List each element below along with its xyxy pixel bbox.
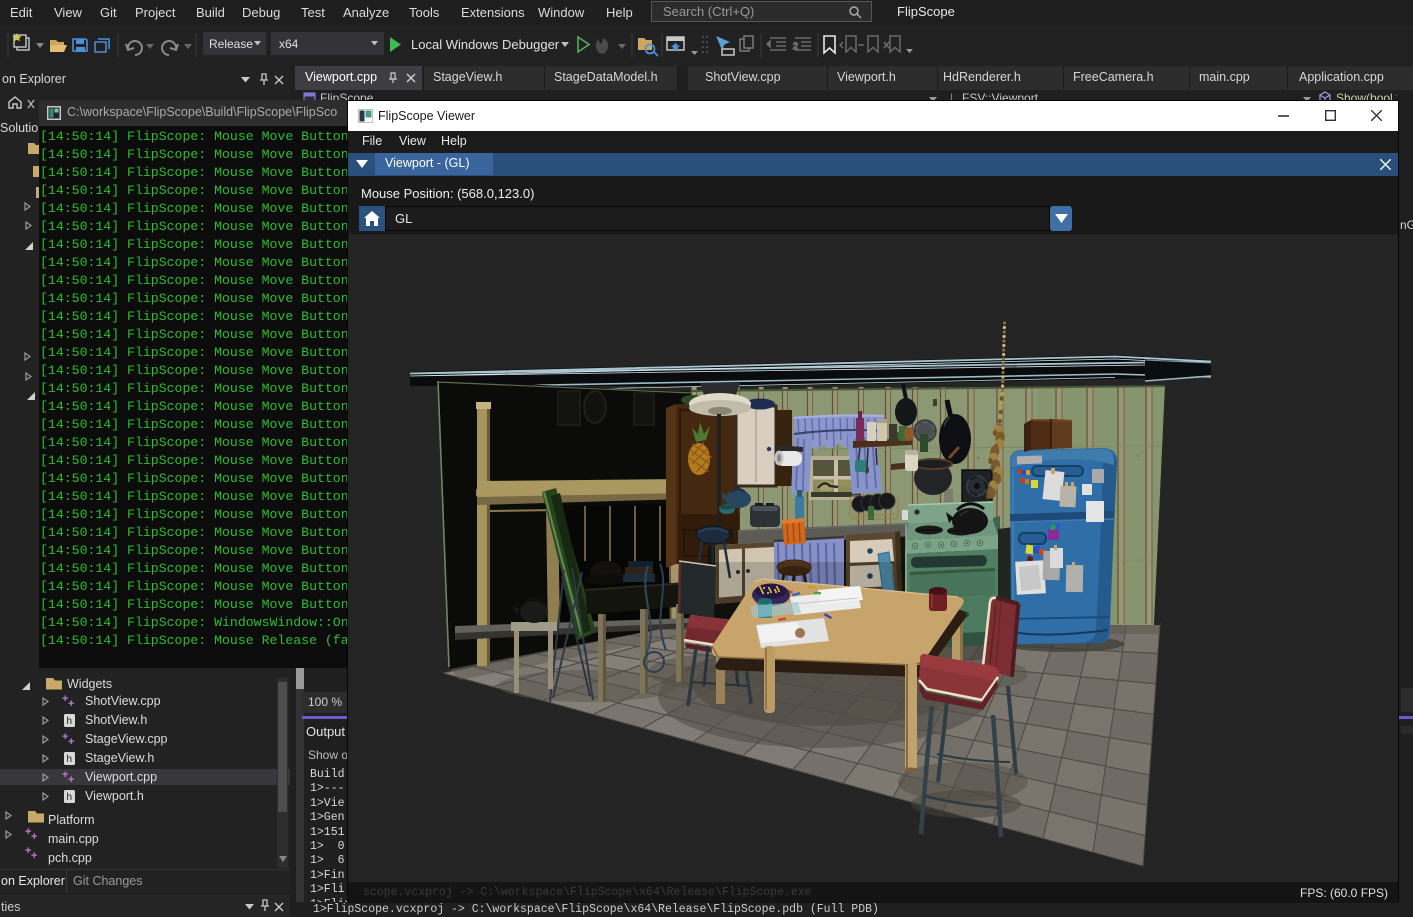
svg-text:h: h xyxy=(67,754,73,765)
svg-text:main.cpp: main.cpp xyxy=(48,832,99,846)
svg-text:+: + xyxy=(68,698,74,710)
svg-text:2: 2 xyxy=(793,41,798,51)
svg-text:pch.cpp: pch.cpp xyxy=(48,851,92,865)
svg-text:+: + xyxy=(68,774,74,786)
svg-text:StageView.cpp: StageView.cpp xyxy=(85,732,168,746)
svg-text:x64: x64 xyxy=(279,37,299,51)
svg-text:h: h xyxy=(67,792,73,803)
svg-text:Release: Release xyxy=(209,37,253,51)
svg-text:Widgets: Widgets xyxy=(67,677,112,691)
svg-text:ShotView.cpp: ShotView.cpp xyxy=(85,694,161,708)
svg-text:Viewport.cpp: Viewport.cpp xyxy=(85,770,157,784)
svg-text:Local Windows Debugger: Local Windows Debugger xyxy=(411,37,560,52)
svg-text:+: + xyxy=(31,831,37,843)
svg-text:ShotView.h: ShotView.h xyxy=(85,713,147,727)
svg-text:+: + xyxy=(31,850,37,862)
svg-text:Platform: Platform xyxy=(48,813,95,827)
svg-text:Viewport.h: Viewport.h xyxy=(85,789,144,803)
svg-text:StageView.h: StageView.h xyxy=(85,751,154,765)
svg-text:+: + xyxy=(68,736,74,748)
svg-text:h: h xyxy=(67,716,73,727)
